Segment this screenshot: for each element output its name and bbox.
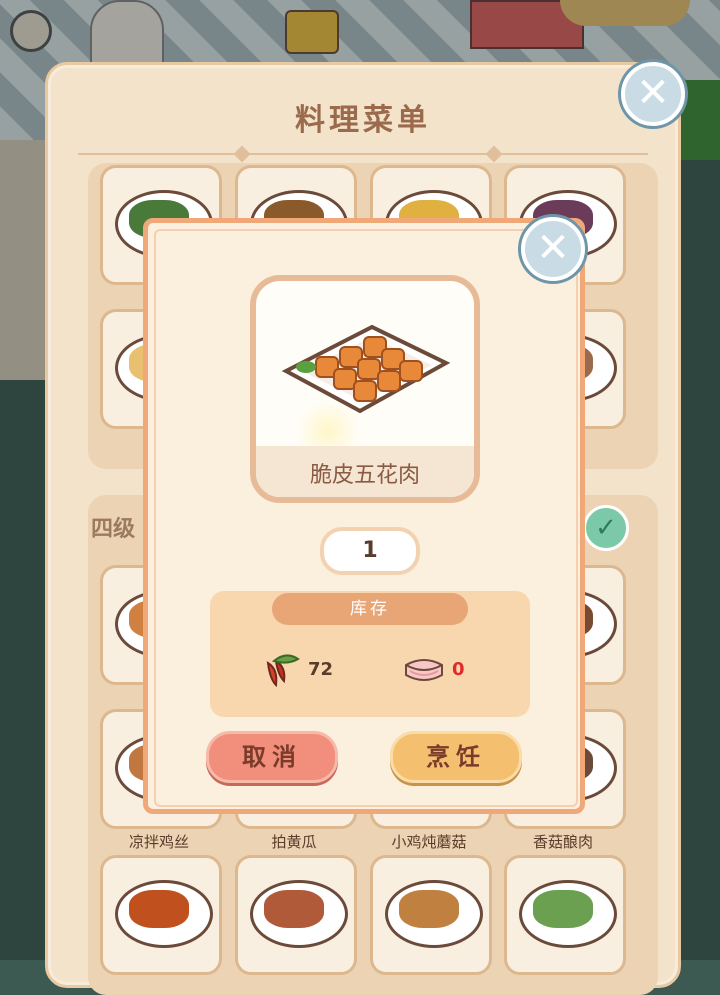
cook-button[interactable]: 烹饪 xyxy=(390,731,522,783)
dish-card: 脆皮五花肉 xyxy=(250,275,480,503)
quantity-display[interactable]: 1 xyxy=(320,527,420,575)
dish-tile[interactable] xyxy=(235,855,357,975)
dish-tile-label: 凉拌鸡丝 xyxy=(128,833,189,851)
cancel-button[interactable]: 取消 xyxy=(206,731,338,783)
stock-panel: 库存 72 0 xyxy=(210,591,530,717)
dish-food-icon xyxy=(533,890,593,928)
stock-count-pork: 0 xyxy=(452,659,465,680)
menu-title: 料理菜单 xyxy=(295,103,431,138)
cook-dish-dialog: 脆皮五花肉 1 库存 72 0 取消 烹饪 xyxy=(143,218,585,814)
dish-tile-label: 拍黄瓜 xyxy=(271,833,317,851)
stock-item-pork: 0 xyxy=(402,651,492,691)
title-divider xyxy=(78,153,648,155)
dish-name: 脆皮五花肉 xyxy=(309,463,420,488)
dish-food-icon xyxy=(129,890,189,928)
dish-food-icon xyxy=(264,890,324,928)
dish-tile-label: 小鸡炖蘑菇 xyxy=(391,833,467,851)
dish-tile-label: 香菇酿肉 xyxy=(532,833,593,851)
divider-ornament xyxy=(485,145,503,163)
stock-item-chili: 72 xyxy=(260,649,350,689)
dish-food-icon xyxy=(399,890,459,928)
section-heading: 四级 xyxy=(91,517,136,542)
dish-tile[interactable] xyxy=(370,855,492,975)
dish-tile[interactable] xyxy=(504,855,626,975)
checkmark-icon[interactable]: ✓ xyxy=(583,505,629,551)
stock-title: 库存 xyxy=(272,593,468,625)
dish-tile[interactable] xyxy=(100,855,222,975)
pork-belly-icon xyxy=(405,659,443,681)
stock-count-chili: 72 xyxy=(308,659,334,680)
divider-ornament xyxy=(233,145,251,163)
menu-close-button[interactable]: ✕ xyxy=(621,62,685,126)
dialog-close-button[interactable]: ✕ xyxy=(521,217,585,281)
chili-herb-icon xyxy=(266,654,300,688)
